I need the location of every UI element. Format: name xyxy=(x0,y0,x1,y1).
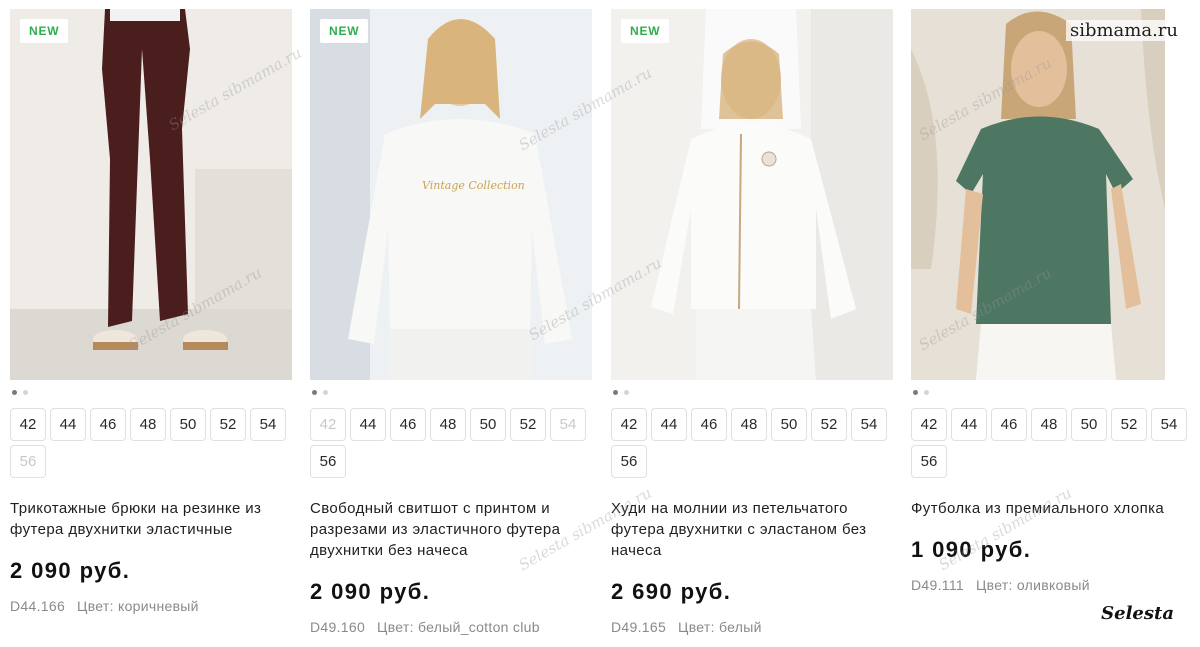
product-card[interactable]: Vintage Collection NEW 42 44 46 48 50 52… xyxy=(310,9,592,635)
product-grid: NEW 42 44 46 48 50 52 54 56 Трикотажные … xyxy=(0,0,1200,647)
pagination-dot-active[interactable] xyxy=(613,390,618,395)
white-sweatshirt-photo-icon: Vintage Collection xyxy=(310,9,592,380)
image-pagination[interactable] xyxy=(312,390,592,396)
brand-watermark: Selesta xyxy=(1097,603,1178,624)
pagination-dot[interactable] xyxy=(924,390,929,395)
size-option[interactable]: 50 xyxy=(1071,408,1107,441)
product-price: 2 090 руб. xyxy=(310,579,431,604)
size-option[interactable]: 44 xyxy=(350,408,386,441)
product-title[interactable]: Свободный свитшот с принтом и разрезами … xyxy=(310,498,592,561)
size-option[interactable]: 48 xyxy=(130,408,166,441)
product-meta: D44.166 Цвет: коричневый xyxy=(10,598,292,614)
size-option[interactable]: 54 xyxy=(851,408,887,441)
product-color: Цвет: оливковый xyxy=(975,577,1090,593)
size-option[interactable]: 44 xyxy=(50,408,86,441)
size-option-unavailable: 56 xyxy=(10,445,46,478)
product-image[interactable]: Vintage Collection NEW xyxy=(310,9,592,380)
size-option[interactable]: 56 xyxy=(611,445,647,478)
new-badge: NEW xyxy=(20,19,69,43)
product-card[interactable]: 42 44 46 48 50 52 54 56 Футболка из прем… xyxy=(911,9,1187,593)
size-option[interactable]: 46 xyxy=(390,408,426,441)
svg-text:Vintage Collection: Vintage Collection xyxy=(422,179,525,192)
size-option[interactable]: 42 xyxy=(911,408,947,441)
product-color: Цвет: белый_cotton club xyxy=(377,619,540,635)
size-option[interactable]: 44 xyxy=(951,408,987,441)
product-color: Цвет: белый xyxy=(678,619,762,635)
size-option[interactable]: 52 xyxy=(1111,408,1147,441)
size-option[interactable]: 46 xyxy=(90,408,126,441)
product-article: D49.111 xyxy=(911,577,964,593)
size-option[interactable]: 42 xyxy=(10,408,46,441)
site-watermark: sibmama.ru xyxy=(1065,20,1182,41)
size-option[interactable]: 44 xyxy=(651,408,687,441)
product-article: D44.166 xyxy=(10,598,66,614)
new-badge: NEW xyxy=(621,19,670,43)
image-pagination[interactable] xyxy=(913,390,1165,396)
size-selector: 42 44 46 48 50 52 54 56 xyxy=(310,408,592,478)
product-image[interactable]: NEW xyxy=(10,9,292,380)
size-option[interactable]: 48 xyxy=(731,408,767,441)
size-option[interactable]: 48 xyxy=(430,408,466,441)
white-hoodie-photo-icon xyxy=(611,9,893,380)
brown-trousers-photo-icon xyxy=(10,9,292,380)
size-option[interactable]: 54 xyxy=(250,408,286,441)
size-option[interactable]: 54 xyxy=(1151,408,1187,441)
size-option[interactable]: 56 xyxy=(310,445,346,478)
product-meta: D49.160 Цвет: белый_cotton club xyxy=(310,619,592,635)
product-price: 1 090 руб. xyxy=(911,537,1032,562)
product-article: D49.160 xyxy=(310,619,366,635)
pagination-dot[interactable] xyxy=(624,390,629,395)
size-option-unavailable: 54 xyxy=(550,408,586,441)
pagination-dot-active[interactable] xyxy=(312,390,317,395)
product-price: 2 090 руб. xyxy=(10,558,131,583)
product-title[interactable]: Футболка из премиального хлопка xyxy=(911,498,1193,519)
product-article: D49.165 xyxy=(611,619,667,635)
pagination-dot[interactable] xyxy=(23,390,28,395)
pagination-dot-active[interactable] xyxy=(12,390,17,395)
product-card[interactable]: NEW 42 44 46 48 50 52 54 56 Трикотажные … xyxy=(10,9,292,614)
size-option[interactable]: 52 xyxy=(510,408,546,441)
green-tshirt-photo-icon xyxy=(911,9,1165,380)
product-title[interactable]: Худи на молнии из петельчатого футера дв… xyxy=(611,498,893,561)
product-meta: D49.111 Цвет: оливковый xyxy=(911,577,1165,593)
size-option[interactable]: 46 xyxy=(991,408,1027,441)
size-option[interactable]: 48 xyxy=(1031,408,1067,441)
pagination-dot-active[interactable] xyxy=(913,390,918,395)
size-option[interactable]: 56 xyxy=(911,445,947,478)
size-option-unavailable: 42 xyxy=(310,408,346,441)
size-option[interactable]: 42 xyxy=(611,408,647,441)
product-color: Цвет: коричневый xyxy=(77,598,199,614)
new-badge: NEW xyxy=(320,19,369,43)
size-selector: 42 44 46 48 50 52 54 56 xyxy=(611,408,893,478)
size-option[interactable]: 50 xyxy=(771,408,807,441)
size-selector: 42 44 46 48 50 52 54 56 xyxy=(10,408,292,478)
pagination-dot[interactable] xyxy=(323,390,328,395)
image-pagination[interactable] xyxy=(12,390,292,396)
product-image[interactable] xyxy=(911,9,1165,380)
product-price: 2 690 руб. xyxy=(611,579,732,604)
product-image[interactable]: NEW xyxy=(611,9,893,380)
size-option[interactable]: 52 xyxy=(210,408,246,441)
product-card[interactable]: NEW 42 44 46 48 50 52 54 56 Худи на молн… xyxy=(611,9,893,635)
image-pagination[interactable] xyxy=(613,390,893,396)
size-selector: 42 44 46 48 50 52 54 56 xyxy=(911,408,1193,478)
size-option[interactable]: 46 xyxy=(691,408,727,441)
size-option[interactable]: 50 xyxy=(170,408,206,441)
product-title[interactable]: Трикотажные брюки на резинке из футера д… xyxy=(10,498,292,540)
size-option[interactable]: 50 xyxy=(470,408,506,441)
product-meta: D49.165 Цвет: белый xyxy=(611,619,893,635)
size-option[interactable]: 52 xyxy=(811,408,847,441)
